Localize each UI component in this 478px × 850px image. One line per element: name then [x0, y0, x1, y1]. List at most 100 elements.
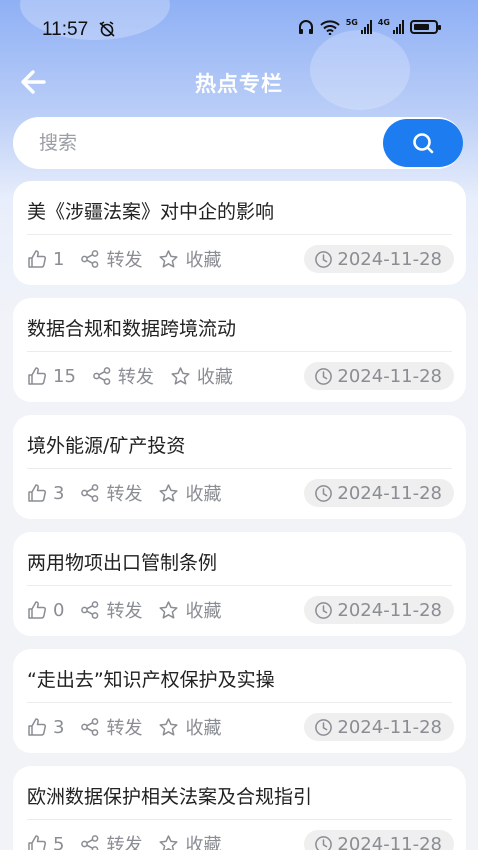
- article-title[interactable]: 境外能源/矿产投资: [27, 431, 185, 458]
- favorite-label: 收藏: [185, 484, 222, 505]
- thumbs-up-icon: [28, 484, 47, 502]
- share-icon: [93, 367, 111, 385]
- clock-icon: [315, 367, 333, 385]
- favorite-label: 收藏: [185, 601, 222, 622]
- share-label: 转发: [106, 250, 143, 271]
- article-actions: 15 转发 收藏: [27, 362, 249, 390]
- article-title[interactable]: 欧洲数据保护相关法案及合规指引: [27, 782, 312, 809]
- favorite-label: 收藏: [185, 718, 222, 739]
- article-date: 2024-11-28: [337, 365, 442, 387]
- like-count: 1: [53, 248, 65, 270]
- favorite-label: 收藏: [196, 367, 233, 388]
- share-label: 转发: [117, 367, 154, 388]
- share-label: 转发: [106, 835, 143, 850]
- date-badge: 2024-11-28: [304, 713, 454, 741]
- share-icon: [81, 250, 99, 268]
- favorite-button[interactable]: 收藏: [158, 480, 221, 506]
- article-actions: 1 转发 收藏: [27, 245, 237, 273]
- star-icon: [159, 249, 179, 268]
- like-button[interactable]: 0: [27, 600, 64, 621]
- network-4g-label: 4G: [377, 17, 390, 27]
- favorite-button[interactable]: 收藏: [158, 831, 221, 850]
- share-button[interactable]: 转发: [80, 831, 142, 850]
- share-button[interactable]: 转发: [92, 363, 154, 389]
- share-icon: [81, 835, 99, 850]
- headphones-icon: [298, 20, 313, 34]
- article-title[interactable]: 两用物项出口管制条例: [27, 548, 217, 575]
- thumbs-up-icon: [28, 250, 47, 268]
- thumbs-up-icon: [28, 835, 47, 850]
- article-title[interactable]: 美《涉疆法案》对中企的影响: [27, 197, 274, 224]
- nav-bar: 热点专栏: [0, 60, 478, 104]
- divider: [27, 585, 452, 586]
- date-badge: 2024-11-28: [304, 245, 454, 273]
- article-card[interactable]: 数据合规和数据跨境流动 15 转发 收藏 2024-11-28: [13, 298, 466, 402]
- network-5g-label: 5G: [345, 17, 358, 27]
- favorite-button[interactable]: 收藏: [158, 246, 221, 272]
- search-bar: [13, 117, 463, 169]
- clock-icon: [315, 250, 333, 268]
- favorite-button[interactable]: 收藏: [158, 597, 221, 623]
- star-icon: [159, 600, 179, 619]
- article-list: 美《涉疆法案》对中企的影响 1 转发 收藏 2024-11-28 数据合规和数据…: [13, 181, 466, 850]
- article-card[interactable]: “走出去”知识产权保护及实操 3 转发 收藏 2024-11-28: [13, 649, 466, 753]
- search-input[interactable]: [39, 117, 379, 169]
- signal-strength-icon: [360, 20, 372, 34]
- article-actions: 0 转发 收藏: [27, 596, 237, 624]
- clock-icon: [315, 835, 333, 850]
- star-icon: [171, 366, 190, 385]
- share-button[interactable]: 转发: [80, 597, 142, 623]
- article-date: 2024-11-28: [337, 833, 442, 850]
- article-date: 2024-11-28: [337, 248, 442, 270]
- search-button[interactable]: [383, 119, 463, 167]
- article-card[interactable]: 欧洲数据保护相关法案及合规指引 5 转发 收藏 2024-11-28: [13, 766, 466, 850]
- share-button[interactable]: 转发: [80, 246, 142, 272]
- favorite-button[interactable]: 收藏: [158, 714, 221, 740]
- divider: [27, 234, 452, 235]
- clock-icon: [315, 601, 333, 619]
- status-time: 11:57: [42, 19, 89, 40]
- thumbs-up-icon: [28, 601, 47, 619]
- article-title[interactable]: “走出去”知识产权保护及实操: [27, 665, 275, 692]
- battery-icon: [410, 20, 441, 34]
- share-label: 转发: [106, 718, 143, 739]
- share-icon: [81, 601, 99, 619]
- status-bar: 11:57 5G 4G: [0, 0, 478, 60]
- status-icons: 5G 4G: [298, 17, 441, 35]
- favorite-label: 收藏: [185, 250, 222, 271]
- star-icon: [159, 834, 179, 850]
- article-actions: 5 转发 收藏: [27, 830, 237, 850]
- date-badge: 2024-11-28: [304, 830, 454, 850]
- favorite-button[interactable]: 收藏: [170, 363, 233, 389]
- article-card[interactable]: 境外能源/矿产投资 3 转发 收藏 2024-11-28: [13, 415, 466, 519]
- share-label: 转发: [106, 601, 143, 622]
- clock-icon: [315, 484, 333, 502]
- like-button[interactable]: 3: [27, 717, 64, 738]
- like-button[interactable]: 5: [27, 834, 64, 850]
- article-date: 2024-11-28: [337, 599, 442, 621]
- article-title[interactable]: 数据合规和数据跨境流动: [27, 314, 236, 341]
- article-actions: 3 转发 收藏: [27, 713, 237, 741]
- divider: [27, 819, 452, 820]
- signal-strength-icon: [393, 20, 404, 34]
- article-card[interactable]: 美《涉疆法案》对中企的影响 1 转发 收藏 2024-11-28: [13, 181, 466, 285]
- date-badge: 2024-11-28: [304, 362, 454, 390]
- alarm-off-icon: [98, 21, 116, 41]
- article-actions: 3 转发 收藏: [27, 479, 237, 507]
- wifi-icon: [320, 20, 340, 35]
- share-icon: [81, 718, 99, 736]
- favorite-label: 收藏: [185, 835, 222, 850]
- like-count: 3: [53, 716, 65, 738]
- share-label: 转发: [106, 484, 143, 505]
- article-date: 2024-11-28: [337, 716, 442, 738]
- like-count: 3: [53, 482, 65, 504]
- search-icon: [413, 133, 434, 154]
- share-button[interactable]: 转发: [80, 480, 142, 506]
- like-count: 5: [53, 833, 65, 850]
- like-button[interactable]: 15: [27, 366, 76, 387]
- like-button[interactable]: 1: [27, 249, 64, 270]
- like-button[interactable]: 3: [27, 483, 64, 504]
- share-button[interactable]: 转发: [80, 714, 142, 740]
- like-count: 15: [53, 365, 76, 387]
- article-card[interactable]: 两用物项出口管制条例 0 转发 收藏 2024-11-28: [13, 532, 466, 636]
